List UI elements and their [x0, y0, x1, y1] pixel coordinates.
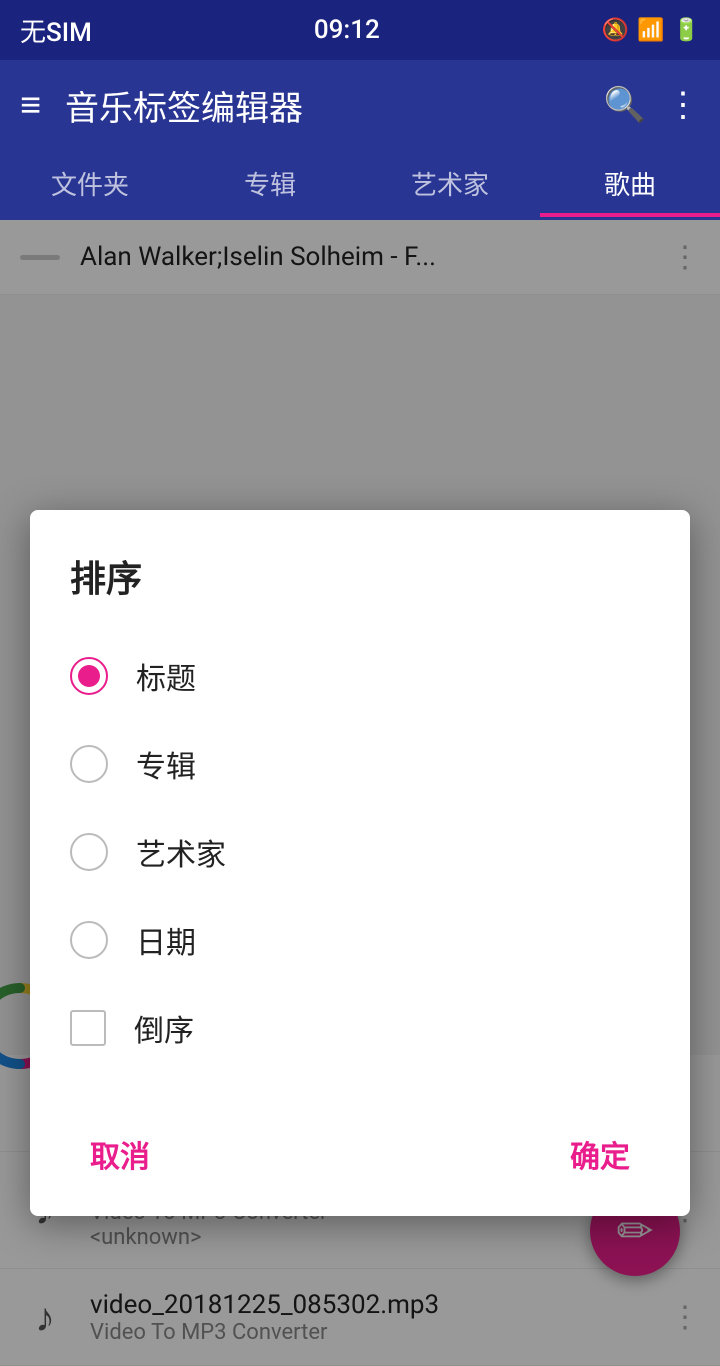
tabs-bar: 文件夹 专辑 艺术家 歌曲 [0, 150, 720, 220]
dialog-actions: 取消 确定 [30, 1092, 690, 1216]
confirm-button[interactable]: 确定 [550, 1122, 650, 1186]
carrier-label: 无SIM [20, 12, 92, 49]
alarm-icon: 🔕 [602, 18, 629, 43]
status-icons: 🔕 📶 🔋 [602, 18, 700, 43]
tab-album[interactable]: 专辑 [180, 150, 360, 217]
time-label: 09:12 [314, 15, 380, 45]
tab-folder[interactable]: 文件夹 [0, 150, 180, 217]
option-date-label: 日期 [136, 918, 196, 962]
app-title: 音乐标签编辑器 [65, 81, 580, 130]
wifi-icon: 📶 [637, 18, 664, 43]
dialog-title: 排序 [30, 550, 690, 632]
radio-artist [70, 833, 108, 871]
tab-song[interactable]: 歌曲 [540, 150, 720, 217]
radio-title-fill [78, 665, 100, 687]
option-reverse[interactable]: 倒序 [30, 984, 690, 1072]
bg-content: Alan Walker;Iselin Solheim - F... ⋮ 排序 标… [0, 220, 720, 1366]
radio-title [70, 657, 108, 695]
option-title-label: 标题 [136, 654, 196, 698]
sort-dialog: 排序 标题 专辑 艺术家 日期 倒序 取消 [30, 510, 690, 1216]
cancel-button[interactable]: 取消 [70, 1122, 170, 1186]
option-reverse-label: 倒序 [134, 1006, 194, 1050]
radio-date [70, 921, 108, 959]
app-bar-actions: 🔍 ⋮ [604, 85, 700, 125]
more-icon[interactable]: ⋮ [666, 85, 700, 125]
status-bar: 无SIM 09:12 🔕 📶 🔋 [0, 0, 720, 60]
option-artist[interactable]: 艺术家 [30, 808, 690, 896]
option-album-label: 专辑 [136, 742, 196, 786]
app-bar: ≡ 音乐标签编辑器 🔍 ⋮ [0, 60, 720, 150]
battery-icon: 🔋 [673, 18, 700, 43]
radio-album [70, 745, 108, 783]
option-album[interactable]: 专辑 [30, 720, 690, 808]
option-date[interactable]: 日期 [30, 896, 690, 984]
menu-icon[interactable]: ≡ [20, 84, 41, 126]
checkbox-reverse [70, 1010, 106, 1046]
option-title[interactable]: 标题 [30, 632, 690, 720]
tab-artist[interactable]: 艺术家 [360, 150, 540, 217]
option-artist-label: 艺术家 [136, 830, 226, 874]
search-icon[interactable]: 🔍 [604, 85, 646, 125]
